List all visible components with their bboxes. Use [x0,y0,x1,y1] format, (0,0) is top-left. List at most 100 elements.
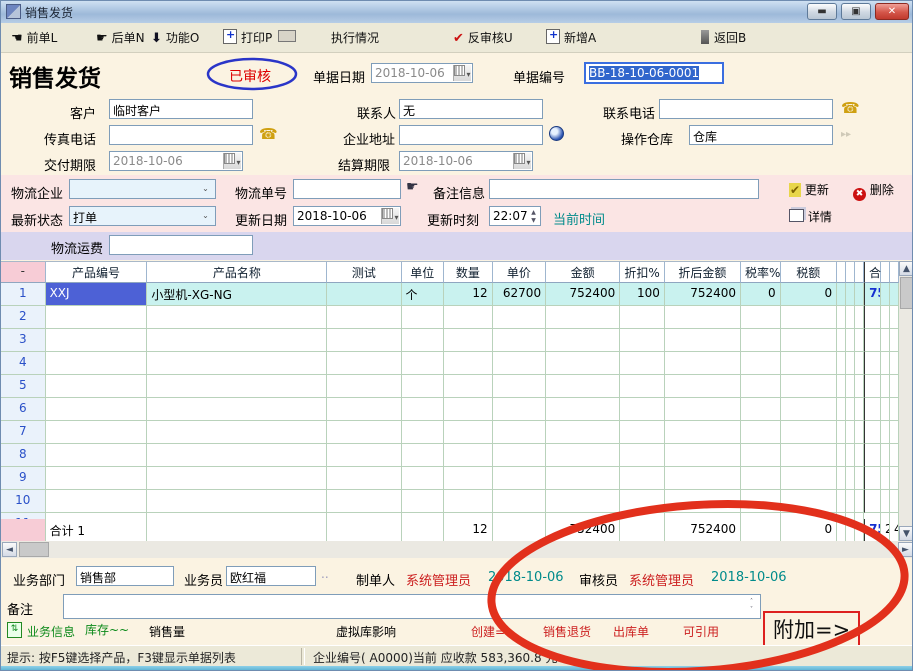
table-row[interactable]: 6 [1,398,899,421]
table-cell[interactable] [837,283,846,306]
table-cell[interactable] [402,444,445,467]
table-cell[interactable] [546,306,620,329]
table-cell[interactable] [881,490,890,513]
table-cell[interactable] [620,398,665,421]
table-cell[interactable] [444,352,493,375]
table-cell[interactable]: 0 [741,283,781,306]
column-header[interactable]: 产品编号 [46,262,148,283]
table-cell[interactable] [444,467,493,490]
salesman-input[interactable]: 欧红福 [226,566,316,586]
table-cell[interactable] [46,329,148,352]
column-header[interactable]: - [1,262,46,283]
table-cell[interactable] [781,467,837,490]
column-header[interactable]: 数量 [444,262,493,283]
scroll-left-icon[interactable]: ◄ [2,542,17,557]
fax-phone-icon[interactable]: ☎ [259,125,278,143]
customer-input[interactable]: 临时客户 [109,99,253,119]
table-cell[interactable] [741,421,781,444]
column-header[interactable]: 金额 [546,262,620,283]
scroll-up-icon[interactable]: ▲ [899,261,913,276]
table-row[interactable]: 4 [1,352,899,375]
table-cell[interactable] [846,352,855,375]
table-cell[interactable] [546,375,620,398]
table-row[interactable]: 10 [1,490,899,513]
table-cell[interactable] [46,444,148,467]
calendar-dropdown-icon[interactable]: ▾ [513,153,531,169]
table-cell[interactable] [837,490,846,513]
table-cell[interactable]: 62700 [493,283,546,306]
current-time-link[interactable]: 当前时间 [553,209,605,228]
table-cell[interactable] [890,467,899,490]
table-cell[interactable] [327,421,401,444]
table-cell[interactable] [781,398,837,421]
table-cell[interactable] [327,467,401,490]
table-cell[interactable] [855,398,864,421]
table-cell[interactable] [741,398,781,421]
column-header[interactable] [837,262,846,283]
delete-button[interactable]: ✖ 删除 [853,181,894,201]
minimize-button[interactable]: ▬ [807,3,837,20]
table-cell[interactable] [837,467,846,490]
table-cell[interactable] [846,375,855,398]
close-button[interactable]: ✕ [875,3,909,20]
table-cell[interactable] [855,490,864,513]
table-cell[interactable] [327,283,401,306]
vertical-scrollbar[interactable]: ▲ ▼ [899,261,913,541]
table-cell[interactable]: 个 [402,283,445,306]
table-cell[interactable]: 8 [1,444,46,467]
create-link[interactable]: 创建=> [471,623,515,640]
tracking-no-input[interactable] [293,179,401,199]
table-cell[interactable] [147,329,327,352]
table-cell[interactable] [890,283,899,306]
vscroll-thumb[interactable] [900,277,913,309]
table-cell[interactable] [781,444,837,467]
table-cell[interactable] [444,375,493,398]
table-cell[interactable]: 5 [1,375,46,398]
table-cell[interactable] [855,421,864,444]
table-cell[interactable] [864,329,881,352]
table-cell[interactable] [46,306,148,329]
table-cell[interactable] [546,352,620,375]
freight-input[interactable] [109,235,253,255]
table-cell[interactable] [890,329,899,352]
table-cell[interactable] [620,352,665,375]
update-button[interactable]: ✔ 更新 [789,181,829,198]
table-cell[interactable] [781,329,837,352]
warehouse-input[interactable]: 仓库 [689,125,833,145]
detail-button[interactable]: 详情 [789,208,832,225]
table-cell[interactable] [890,306,899,329]
table-cell[interactable] [855,329,864,352]
update-date-input[interactable]: 2018-10-06▾ [293,206,401,226]
table-cell[interactable] [327,398,401,421]
table-cell[interactable] [402,398,445,421]
table-cell[interactable] [881,398,890,421]
execution-status-button[interactable]: 执行情况 [331,29,379,47]
table-cell[interactable] [620,467,665,490]
table-cell[interactable] [881,306,890,329]
fax-input[interactable] [109,125,253,145]
table-cell[interactable] [846,283,855,306]
table-cell[interactable] [493,329,546,352]
table-cell[interactable] [444,306,493,329]
add-new-button[interactable]: +新增A [546,29,596,47]
table-cell[interactable] [327,444,401,467]
table-cell[interactable] [147,306,327,329]
table-cell[interactable] [493,467,546,490]
browse-dots-button[interactable]: .. [321,567,329,581]
table-cell[interactable] [881,283,890,306]
table-row[interactable]: 9 [1,467,899,490]
table-cell[interactable] [881,467,890,490]
column-header[interactable] [881,262,890,283]
unaudit-button[interactable]: ✔反审核U [453,29,513,47]
calendar-dropdown-icon[interactable]: ▾ [381,208,399,224]
table-cell[interactable] [327,329,401,352]
table-cell[interactable] [546,444,620,467]
table-cell[interactable] [665,467,741,490]
table-cell[interactable] [546,421,620,444]
table-cell[interactable] [741,490,781,513]
column-header[interactable]: 合计 [864,262,881,283]
table-cell[interactable] [493,490,546,513]
table-cell[interactable] [147,375,327,398]
table-cell[interactable] [665,398,741,421]
items-table[interactable]: -产品编号产品名称测试单位数量单价金额折扣%折后金额税率%税额合计1XXJ小型机… [1,261,899,542]
